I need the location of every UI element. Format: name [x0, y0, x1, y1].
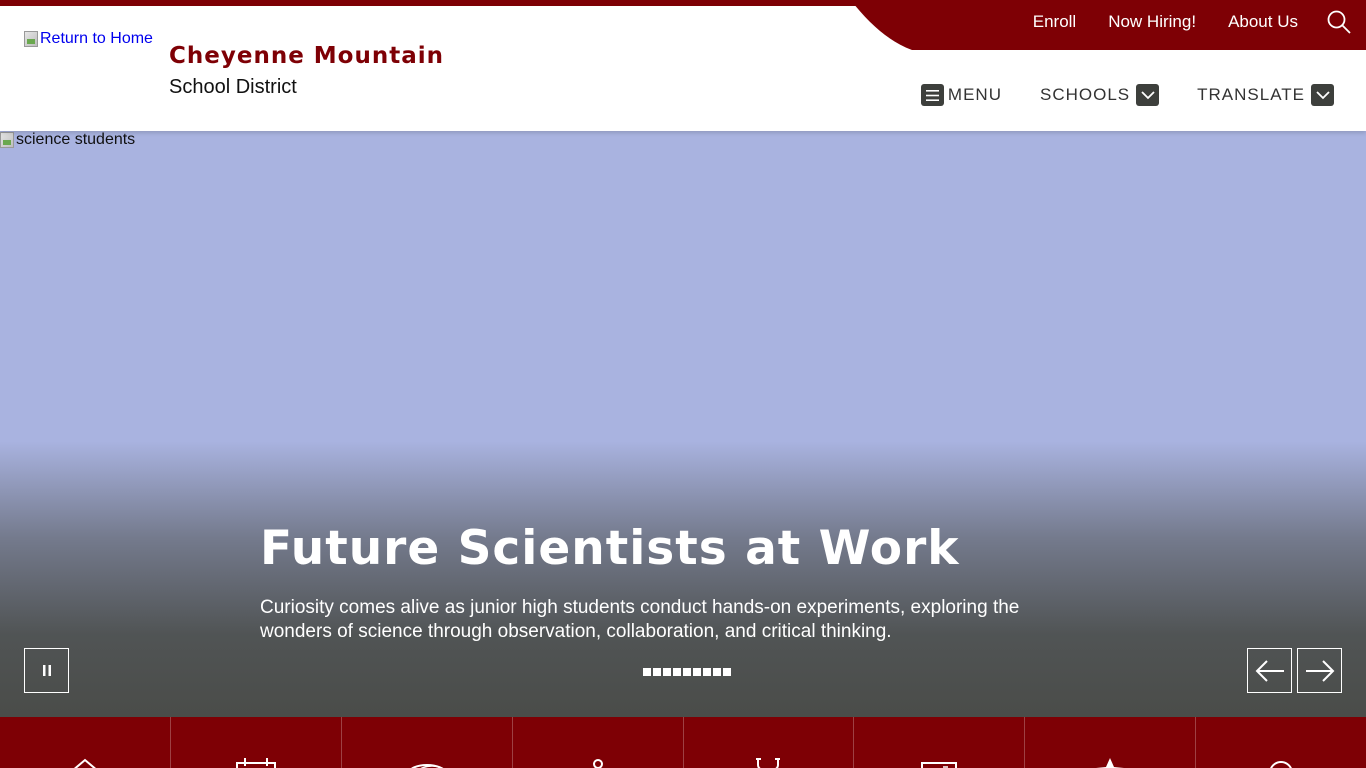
- slide-dot-3[interactable]: [663, 668, 671, 676]
- chevron-down-icon: [1136, 84, 1160, 106]
- district-name[interactable]: Cheyenne Mountain: [169, 43, 444, 69]
- previous-slide-button[interactable]: [1247, 648, 1292, 693]
- calendar-icon: [235, 758, 276, 768]
- slide-dot-1[interactable]: [643, 668, 651, 676]
- stethoscope-icon: [756, 758, 781, 768]
- slide-dot-9[interactable]: [723, 668, 731, 676]
- district-subtitle: School District: [169, 76, 297, 98]
- quick-link-star[interactable]: [1025, 717, 1197, 768]
- menu-button[interactable]: MENU: [920, 84, 1002, 106]
- quick-link-person[interactable]: [513, 717, 684, 768]
- schools-dropdown[interactable]: SCHOOLS: [1039, 84, 1160, 106]
- slide-dot-8[interactable]: [713, 668, 721, 676]
- hero-slideshow: science students Future Scientists at Wo…: [0, 131, 1366, 717]
- slide-dot-4[interactable]: [673, 668, 681, 676]
- pause-icon: [42, 665, 51, 676]
- quick-link-home[interactable]: [0, 717, 171, 768]
- hero-description: Curiosity comes alive as junior high stu…: [260, 597, 1020, 642]
- food-icon: [410, 764, 444, 768]
- home-icon: [73, 758, 96, 768]
- schools-label: SCHOOLS: [1039, 85, 1131, 104]
- utility-bar: Enroll Now Hiring! About Us: [846, 0, 1366, 50]
- about-us-link[interactable]: About Us: [1228, 12, 1298, 32]
- arrow-left-icon: [1255, 659, 1284, 682]
- quick-link-food[interactable]: [342, 717, 513, 768]
- search-icon[interactable]: [1326, 9, 1352, 35]
- next-slide-button[interactable]: [1297, 648, 1342, 693]
- quick-link-search[interactable]: [1196, 717, 1366, 768]
- hero-image-alt: science students: [16, 131, 136, 148]
- logo-image-icon: [24, 31, 38, 47]
- arrow-right-icon: [1305, 659, 1334, 682]
- hero-title: Future Scientists at Work: [260, 521, 960, 576]
- star-icon: [1096, 758, 1125, 768]
- home-logo-link[interactable]: Return to Home: [24, 30, 153, 48]
- hamburger-icon: [920, 84, 944, 106]
- enroll-link[interactable]: Enroll: [1033, 12, 1076, 32]
- slide-dot-7[interactable]: [703, 668, 711, 676]
- utility-links: Enroll Now Hiring! About Us: [1001, 0, 1366, 50]
- chevron-down-icon: [1311, 84, 1334, 106]
- slide-dot-6[interactable]: [693, 668, 701, 676]
- person-icon: [592, 759, 603, 768]
- main-nav: MENU SCHOOLS TRANSLATE: [920, 84, 1334, 106]
- quick-link-technology[interactable]: [854, 717, 1026, 768]
- slide-dot-2[interactable]: [653, 668, 661, 676]
- slide-dot-5[interactable]: [683, 668, 691, 676]
- now-hiring-link[interactable]: Now Hiring!: [1108, 12, 1196, 32]
- hero-image-icon: [0, 132, 14, 148]
- quick-link-calendar[interactable]: [171, 717, 342, 768]
- computer-icon: [921, 762, 958, 768]
- hero-image: science students: [0, 131, 135, 149]
- menu-label: MENU: [947, 85, 1002, 104]
- quick-links-bar: [0, 717, 1366, 768]
- quick-link-health[interactable]: [684, 717, 855, 768]
- slide-indicators: [643, 668, 731, 676]
- logo-alt-text: Return to Home: [40, 30, 153, 47]
- pause-button[interactable]: [24, 648, 69, 693]
- translate-dropdown[interactable]: TRANSLATE: [1197, 84, 1334, 106]
- search-icon: [1270, 761, 1292, 768]
- translate-label: TRANSLATE: [1197, 85, 1305, 104]
